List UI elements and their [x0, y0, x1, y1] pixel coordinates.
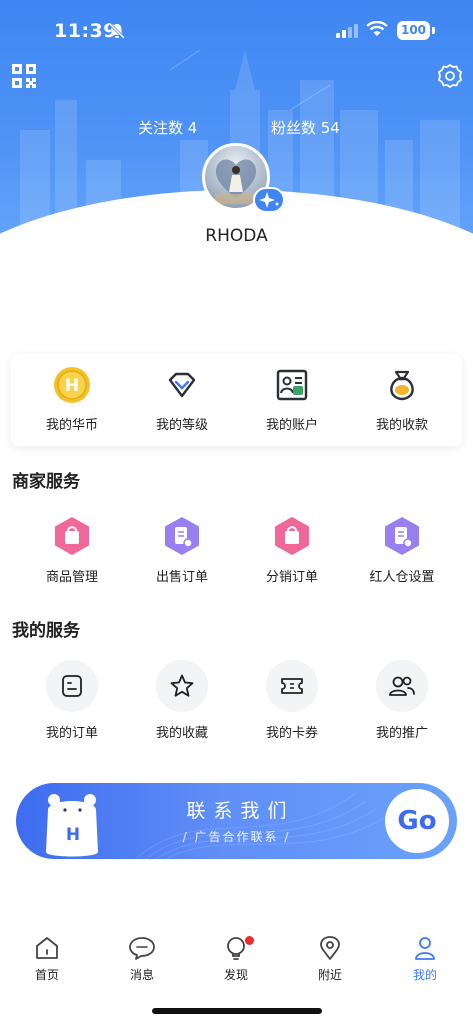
merchant-item-warehouse-settings[interactable]: 红人仓设置	[347, 516, 457, 585]
tab-label: 附近	[317, 968, 342, 982]
tab-profile[interactable]: 我的	[395, 935, 455, 983]
tab-label: 消息	[129, 968, 154, 982]
service-item-label: 我的订单	[45, 726, 98, 741]
quick-item-account[interactable]: 我的账户	[237, 366, 347, 433]
merchant-item-label: 出售订单	[155, 570, 208, 585]
order-icon	[62, 675, 82, 697]
merchant-item-distribution-orders[interactable]: 分销订单	[237, 516, 347, 585]
tab-nearby[interactable]: 附近	[300, 935, 360, 983]
quick-item-label: 我的等级	[155, 418, 208, 433]
qr-code-icon[interactable]	[12, 64, 36, 88]
service-item-label: 我的卡券	[265, 726, 318, 741]
tab-label: 首页	[34, 968, 59, 982]
tab-label: 发现	[223, 968, 248, 982]
icon-circle	[46, 660, 98, 712]
svg-text:H: H	[65, 376, 79, 396]
icon-circle	[156, 660, 208, 712]
merchant-item-label: 红人仓设置	[369, 570, 435, 585]
profile-header: 11:39 100 关注数 4 粉丝数 54	[0, 0, 473, 260]
merchant-item-label: 分销订单	[265, 570, 318, 585]
tab-messages[interactable]: 消息	[112, 935, 172, 983]
quick-item-label: 我的收款	[375, 418, 428, 433]
service-item-favorites[interactable]: 我的收藏	[127, 660, 237, 741]
service-item-promotion[interactable]: 我的推广	[347, 660, 457, 741]
icon-circle	[266, 660, 318, 712]
document-hexagon-icon	[385, 517, 419, 555]
section-title-my-services: 我的服务	[12, 621, 80, 641]
merchant-item-products[interactable]: 商品管理	[17, 516, 127, 585]
quick-item-label: 我的华币	[45, 418, 98, 433]
service-item-coupons[interactable]: 我的卡券	[237, 660, 347, 741]
merchant-item-sales-orders[interactable]: 出售订单	[127, 516, 237, 585]
bag-hexagon-icon	[55, 517, 89, 555]
followers-count[interactable]: 粉丝数 54	[271, 117, 340, 138]
icon-circle	[376, 660, 428, 712]
svg-text:H: H	[66, 825, 80, 845]
bag-hexagon-icon	[275, 517, 309, 555]
service-item-orders[interactable]: 我的订单	[17, 660, 127, 741]
location-icon	[320, 936, 340, 960]
section-title-merchant: 商家服务	[12, 472, 80, 492]
bear-mascot-icon: H	[46, 794, 98, 857]
quick-item-receive[interactable]: 我的收款	[347, 366, 457, 433]
verified-badge	[253, 187, 285, 213]
tab-home[interactable]: 首页	[17, 935, 77, 983]
quick-item-coins[interactable]: H 我的华币	[17, 366, 127, 433]
following-count[interactable]: 关注数 4	[138, 117, 197, 138]
cellular-signal-icon	[336, 24, 358, 38]
coin-icon: H	[54, 367, 90, 403]
people-icon	[389, 676, 415, 696]
wifi-icon	[366, 21, 388, 36]
diamond-icon	[168, 372, 196, 398]
sparkle-icon	[259, 192, 279, 208]
status-bar: 11:39 100	[0, 0, 473, 62]
gear-icon[interactable]	[437, 63, 463, 89]
home-indicator	[152, 1008, 322, 1014]
battery-tip	[432, 27, 435, 34]
account-card-icon	[276, 369, 308, 401]
ticket-icon	[281, 678, 303, 694]
notification-dot	[245, 936, 254, 945]
quick-item-label: 我的账户	[265, 418, 318, 433]
home-icon	[36, 937, 58, 959]
tab-discover[interactable]: 发现	[206, 935, 266, 983]
money-bag-icon	[390, 370, 414, 401]
tab-label: 我的	[412, 968, 437, 982]
bell-muted-icon	[108, 22, 126, 40]
person-icon	[415, 937, 435, 960]
service-item-label: 我的推广	[375, 726, 428, 741]
quick-item-level[interactable]: 我的等级	[127, 366, 237, 433]
username: RHODA	[205, 226, 268, 246]
battery-indicator: 100	[397, 21, 430, 40]
wallet-card: H 我的华币 我的等级 我的账户 我的收款	[11, 354, 462, 446]
message-icon	[129, 937, 155, 960]
star-icon	[170, 674, 194, 697]
service-item-label: 我的收藏	[155, 726, 208, 741]
document-hexagon-icon	[165, 517, 199, 555]
merchant-item-label: 商品管理	[45, 570, 98, 585]
go-button[interactable]: Go	[385, 789, 449, 853]
